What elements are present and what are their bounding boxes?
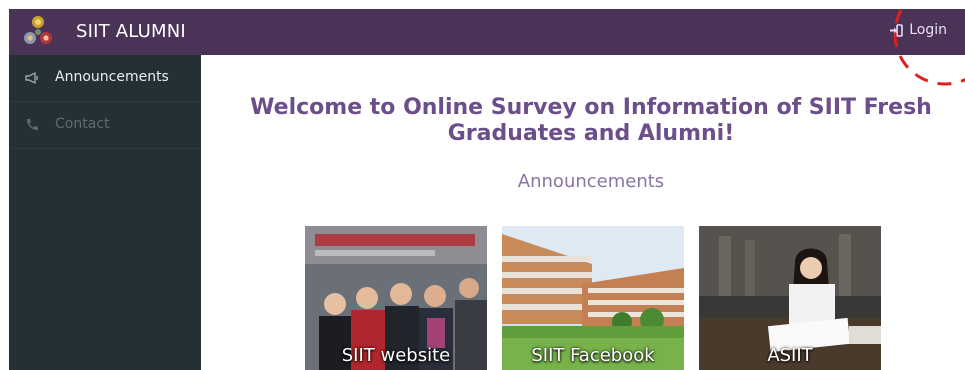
siit-logo-icon[interactable]	[19, 12, 57, 50]
sidebar-item-contact[interactable]: Contact	[9, 102, 201, 149]
sidebar: Announcements Contact	[9, 55, 201, 370]
brand-title[interactable]: SIIT ALUMNI	[76, 21, 186, 42]
card-caption: SIIT Facebook	[531, 345, 655, 366]
megaphone-icon	[25, 72, 38, 84]
sidebar-item-label: Announcements	[55, 69, 169, 85]
sidebar-item-label: Contact	[55, 116, 110, 132]
card-caption: ASIIT	[767, 345, 813, 366]
app-window: SIIT ALUMNI Login Announcements Contact	[9, 9, 965, 370]
annotation-circle	[893, 9, 965, 86]
sidebar-item-announcements[interactable]: Announcements	[9, 55, 201, 102]
main-content: Welcome to Online Survey on Information …	[201, 55, 965, 370]
card-siit-website[interactable]: SIIT website	[305, 226, 487, 370]
top-navbar: SIIT ALUMNI Login	[9, 9, 965, 55]
card-caption: SIIT website	[341, 345, 451, 366]
card-siit-facebook[interactable]: SIIT Facebook	[502, 226, 684, 370]
page-title: Welcome to Online Survey on Information …	[250, 95, 932, 146]
card-asiit[interactable]: ASIIT	[699, 226, 881, 370]
announcements-heading: Announcements	[517, 171, 665, 192]
phone-icon	[26, 119, 38, 131]
